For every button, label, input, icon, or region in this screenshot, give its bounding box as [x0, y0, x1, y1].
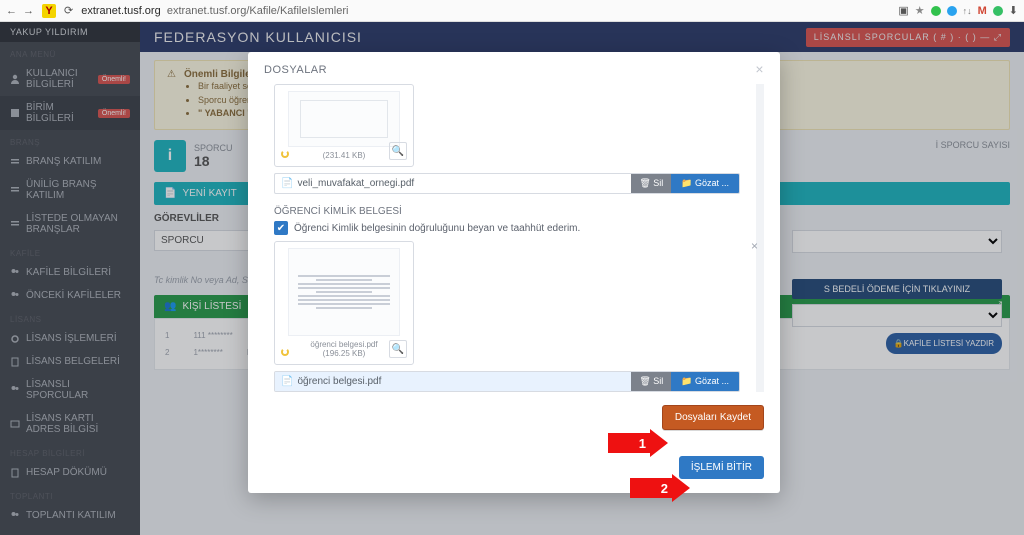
- section-title: ÖĞRENCİ KİMLİK BELGESİ: [274, 206, 740, 217]
- nav-fwd-icon[interactable]: →: [23, 5, 34, 17]
- zoom-icon[interactable]: 🔍: [389, 142, 407, 160]
- chrome-extensions: ▣ ★ ↑↓ M ⬇: [898, 4, 1018, 17]
- gmail-icon[interactable]: M: [978, 5, 987, 17]
- reload-icon[interactable]: ⟳: [64, 4, 73, 17]
- file-card: öğrenci belgesi.pdf (196.25 KB) 🔍: [274, 241, 414, 365]
- checkbox-icon: ✔: [274, 221, 288, 235]
- url-bar[interactable]: extranet.tusf.org extranet.tusf.org/Kafi…: [81, 5, 890, 17]
- file-thumb[interactable]: [288, 248, 400, 336]
- file-path[interactable]: 📄 öğrenci belgesi.pdf: [275, 372, 631, 391]
- star-icon[interactable]: ★: [915, 4, 925, 17]
- card-close-icon[interactable]: ×: [751, 239, 758, 253]
- finish-button[interactable]: İŞLEMİ BİTİR: [679, 456, 764, 479]
- file-path-row: 📄 öğrenci belgesi.pdf 🗑 Sil 📁 Gözat ...: [274, 371, 740, 392]
- bookmark-icon[interactable]: ▣: [898, 4, 908, 17]
- ext-icon[interactable]: [947, 6, 957, 16]
- modal-title: DOSYALAR: [264, 64, 327, 76]
- browse-button[interactable]: 📁 Gözat ...: [671, 372, 739, 391]
- close-icon[interactable]: ×: [755, 64, 764, 76]
- file-card: (231.41 KB) 🔍: [274, 84, 414, 167]
- loading-icon: [281, 150, 289, 158]
- ext-icon[interactable]: ↑↓: [963, 6, 972, 16]
- nav-back-icon[interactable]: ←: [6, 5, 17, 17]
- ext-icon[interactable]: [993, 6, 1003, 16]
- files-modal: DOSYALAR × (231.41 KB) 🔍 📄 veli_muvafaka…: [248, 52, 780, 493]
- favicon: Y: [42, 4, 56, 18]
- annotation-arrow-2: 2: [630, 474, 690, 502]
- annotation-arrow-1: 1: [608, 429, 668, 457]
- loading-icon: [281, 348, 289, 356]
- delete-button[interactable]: 🗑 Sil: [631, 372, 671, 391]
- confirm-checkbox[interactable]: ✔ Öğrenci Kimlik belgesinin doğruluğunu …: [274, 221, 740, 235]
- ext-icon[interactable]: [931, 6, 941, 16]
- file-icon: 📄: [281, 178, 293, 189]
- download-icon[interactable]: ⬇: [1009, 4, 1018, 17]
- file-icon: 📄: [281, 376, 293, 387]
- file-thumb[interactable]: [288, 91, 400, 147]
- zoom-icon[interactable]: 🔍: [389, 340, 407, 358]
- file-path[interactable]: 📄 veli_muvafakat_ornegi.pdf: [275, 174, 631, 193]
- file-path-row: 📄 veli_muvafakat_ornegi.pdf 🗑 Sil 📁 Göza…: [274, 173, 740, 194]
- delete-button[interactable]: 🗑 Sil: [631, 174, 671, 193]
- browse-button[interactable]: 📁 Gözat ...: [671, 174, 739, 193]
- browser-chrome: ← → Y ⟳ extranet.tusf.org extranet.tusf.…: [0, 0, 1024, 22]
- save-files-button[interactable]: Dosyaları Kaydet: [662, 405, 764, 430]
